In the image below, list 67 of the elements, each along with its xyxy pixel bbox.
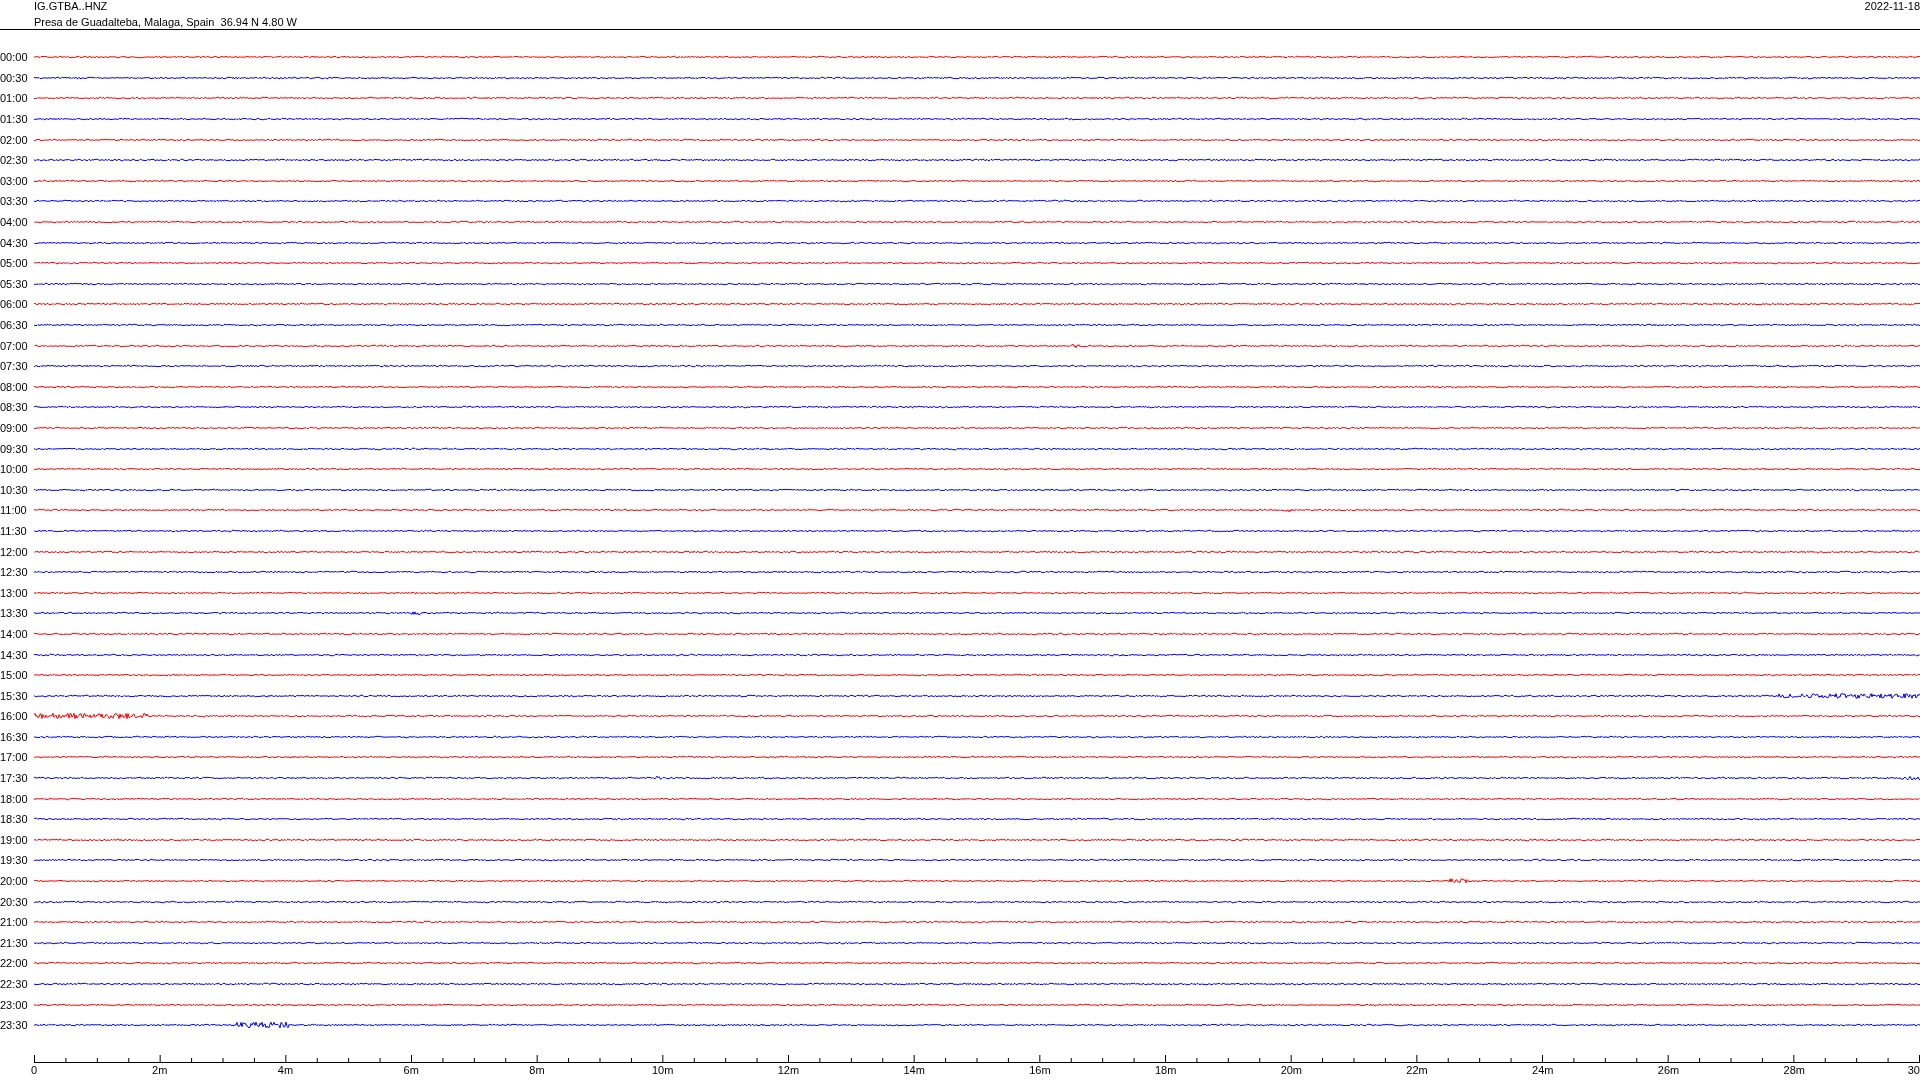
time-label: 05:30 bbox=[0, 277, 29, 290]
time-label: 19:00 bbox=[0, 833, 29, 846]
axis-tick-label: 14m bbox=[903, 1063, 925, 1076]
axis-tick-label: 2m bbox=[152, 1063, 168, 1076]
time-label: 19:30 bbox=[0, 854, 29, 867]
time-label: 02:00 bbox=[0, 133, 29, 146]
time-label: 03:30 bbox=[0, 195, 29, 208]
axis-tick-label: 6m bbox=[403, 1063, 419, 1076]
axis-tick-label: 18m bbox=[1154, 1063, 1177, 1076]
station-code: IG.GTBA..HNZ bbox=[34, 0, 109, 12]
time-label: 12:30 bbox=[0, 566, 29, 579]
time-label: 10:00 bbox=[0, 463, 29, 476]
time-label: 11:00 bbox=[0, 504, 28, 517]
time-label: 08:30 bbox=[0, 401, 29, 414]
axis-tick-label: 10m bbox=[651, 1063, 674, 1076]
time-label: 09:30 bbox=[0, 442, 29, 455]
axis-tick-label: 4m bbox=[277, 1063, 294, 1076]
time-label: 04:00 bbox=[0, 216, 29, 229]
axis-tick-label: 0 bbox=[30, 1063, 38, 1076]
time-label: 17:30 bbox=[0, 772, 29, 785]
axis-tick-label: 22m bbox=[1406, 1063, 1428, 1076]
time-label: 01:30 bbox=[0, 113, 29, 126]
time-label: 06:00 bbox=[0, 298, 29, 311]
time-label: 18:00 bbox=[0, 792, 29, 805]
axis-tick-label: 28m bbox=[1783, 1063, 1805, 1076]
time-label: 23:30 bbox=[0, 1019, 29, 1032]
axis-tick-label: 26m bbox=[1657, 1063, 1680, 1076]
time-label: 17:00 bbox=[0, 751, 29, 764]
plot-date: 2022-11-18 bbox=[1864, 0, 1920, 12]
axis-tick-label: 16m bbox=[1029, 1063, 1051, 1076]
time-label: 20:30 bbox=[0, 895, 29, 908]
time-label: 16:30 bbox=[0, 730, 29, 743]
axis-tick-label: 24m bbox=[1532, 1063, 1554, 1076]
time-label: 13:30 bbox=[0, 607, 29, 620]
time-label: 21:30 bbox=[0, 936, 29, 949]
time-label: 06:30 bbox=[0, 319, 29, 331]
time-label: 09:00 bbox=[0, 422, 29, 434]
time-label: 07:00 bbox=[0, 339, 29, 352]
time-label: 04:30 bbox=[0, 236, 29, 249]
axis-tick-label: 30 bbox=[1907, 1063, 1920, 1076]
time-label: 15:00 bbox=[0, 669, 29, 682]
time-label: 00:00 bbox=[0, 51, 29, 64]
time-label: 02:30 bbox=[0, 154, 29, 167]
time-label: 00:30 bbox=[0, 71, 29, 84]
time-label: 14:00 bbox=[0, 627, 29, 640]
time-label: 13:00 bbox=[0, 586, 29, 599]
time-label: 01:00 bbox=[0, 92, 29, 105]
time-label: 05:00 bbox=[0, 257, 29, 270]
time-label: 08:00 bbox=[0, 380, 29, 393]
time-label: 11:30 bbox=[0, 524, 28, 537]
time-label: 14:30 bbox=[0, 648, 29, 661]
time-label: 07:30 bbox=[0, 360, 29, 373]
time-label: 22:30 bbox=[0, 978, 29, 990]
time-label: 21:00 bbox=[0, 916, 29, 929]
time-label: 10:30 bbox=[0, 483, 29, 496]
axis-tick-label: 8m bbox=[529, 1063, 545, 1076]
time-label: 20:00 bbox=[0, 875, 29, 888]
station-location: Presa de Guadalteba, Malaga, Spain 36.94 N 4.80 W bbox=[34, 16, 297, 28]
time-label: 23:00 bbox=[0, 998, 29, 1011]
axis-tick-label: 20m bbox=[1280, 1063, 1303, 1076]
axis-tick-label: 12m bbox=[777, 1063, 800, 1076]
time-label: 16:00 bbox=[0, 710, 29, 723]
time-label: 15:30 bbox=[0, 689, 29, 702]
time-label: 03:00 bbox=[0, 174, 29, 187]
time-label: 18:30 bbox=[0, 813, 29, 826]
time-label: 12:00 bbox=[0, 545, 29, 558]
time-label: 22:00 bbox=[0, 957, 29, 970]
